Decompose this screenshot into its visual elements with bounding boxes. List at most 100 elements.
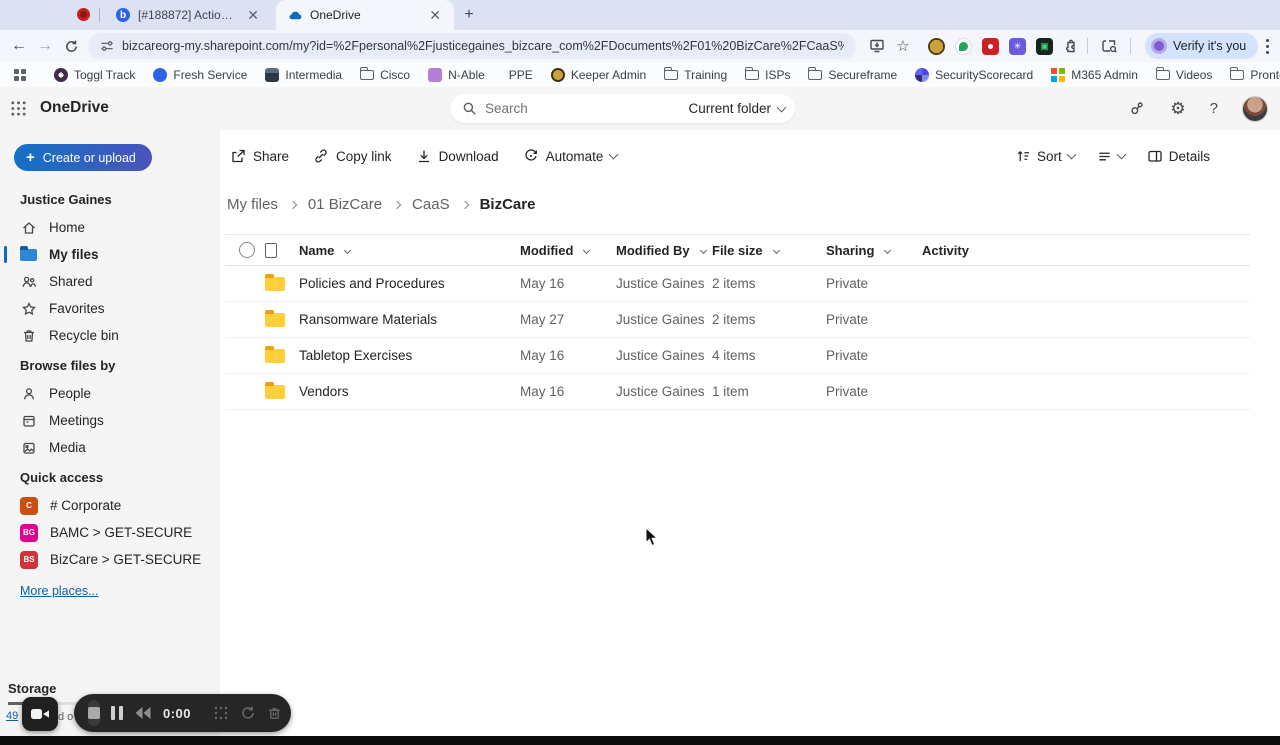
breadcrumb-01-bizcare[interactable]: 01 BizCare bbox=[308, 196, 382, 213]
sidebar-item-favorites[interactable]: Favorites bbox=[0, 295, 220, 322]
column-header-name[interactable]: Name bbox=[291, 243, 520, 258]
sidebar-item-shared[interactable]: Shared bbox=[0, 268, 220, 295]
camera-toggle-button[interactable] bbox=[22, 697, 58, 731]
table-row[interactable]: Policies and Procedures May 16 Justice G… bbox=[225, 266, 1250, 302]
sidebar-item-people[interactable]: People bbox=[0, 380, 220, 407]
share-button[interactable]: Share bbox=[230, 148, 289, 164]
details-button[interactable]: Details bbox=[1147, 148, 1210, 164]
app-launcher-icon[interactable] bbox=[10, 100, 27, 117]
install-app-icon[interactable] bbox=[864, 33, 890, 59]
download-button[interactable]: Download bbox=[416, 148, 499, 164]
bookmark-folder-isps[interactable]: ISPs bbox=[744, 66, 790, 82]
tab-close-icon[interactable]: ✕ bbox=[244, 7, 262, 23]
site-icon: BG bbox=[20, 523, 38, 542]
folder-name[interactable]: Policies and Procedures bbox=[291, 276, 520, 291]
tab-close-icon[interactable]: ✕ bbox=[426, 7, 444, 23]
bookmark-folder-secureframe[interactable]: Secureframe bbox=[808, 66, 897, 82]
bookmark-folder-pronto[interactable]: Pronto bbox=[1230, 66, 1280, 82]
column-header-activity[interactable]: Activity bbox=[922, 243, 1250, 258]
keeper-extension-icon[interactable] bbox=[928, 37, 945, 55]
forward-button[interactable]: → bbox=[32, 33, 58, 59]
lens-capture-icon[interactable] bbox=[1096, 33, 1122, 59]
sharing-cell[interactable]: Private bbox=[826, 348, 922, 363]
table-row[interactable]: Tabletop Exercises May 16 Justice Gaines… bbox=[225, 338, 1250, 374]
search-scope-dropdown[interactable]: Current folder bbox=[688, 101, 787, 116]
sharing-cell[interactable]: Private bbox=[826, 312, 922, 327]
stop-recording-button[interactable] bbox=[88, 700, 100, 726]
account-avatar[interactable] bbox=[1242, 95, 1268, 122]
more-places-link[interactable]: More places... bbox=[20, 584, 99, 598]
bookmark-folder-training[interactable]: Training bbox=[663, 66, 727, 82]
recording-timer: 0:00 bbox=[163, 705, 192, 721]
purple-extension-icon[interactable]: ✳ bbox=[1009, 37, 1026, 55]
sidebar-item-media[interactable]: Media bbox=[0, 434, 220, 461]
url-text[interactable]: bizcareorg-my.sharepoint.com/my?id=%2Fpe… bbox=[122, 39, 844, 53]
delete-recording-icon[interactable] bbox=[267, 705, 282, 721]
folder-name[interactable]: Ransomware Materials bbox=[291, 312, 520, 327]
back-button[interactable]: ← bbox=[6, 33, 32, 59]
red-extension-icon[interactable] bbox=[982, 37, 999, 55]
feedback-icon[interactable] bbox=[1129, 100, 1146, 117]
create-or-upload-button[interactable]: + Create or upload bbox=[14, 144, 152, 171]
select-all-checkbox[interactable] bbox=[239, 242, 255, 258]
breadcrumb-caas[interactable]: CaaS bbox=[412, 196, 450, 213]
dark-extension-icon[interactable]: ▣ bbox=[1036, 37, 1053, 55]
sharing-cell[interactable]: Private bbox=[826, 276, 922, 291]
extensions-puzzle-icon[interactable] bbox=[1063, 38, 1079, 54]
restart-recording-button[interactable] bbox=[134, 706, 152, 720]
file-type-column-icon[interactable] bbox=[265, 242, 277, 258]
quick-access-bizcare[interactable]: BS BizCare > GET-SECURE bbox=[0, 546, 220, 573]
command-bar: Share Copy link Download Automate Sort D… bbox=[230, 141, 1240, 171]
bookmark-keeper-admin[interactable]: Keeper Admin bbox=[550, 67, 646, 82]
bookmark-m365-admin[interactable]: M365 Admin bbox=[1051, 67, 1138, 82]
site-settings-icon[interactable] bbox=[100, 39, 114, 53]
view-options-button[interactable] bbox=[1097, 149, 1127, 164]
evernote-extension-icon[interactable] bbox=[955, 37, 972, 55]
folder-name[interactable]: Tabletop Exercises bbox=[291, 348, 520, 363]
bookmark-toggl-track[interactable]: Toggl Track bbox=[54, 67, 135, 82]
search-bar[interactable]: Current folder bbox=[450, 94, 795, 123]
bookmark-ppe[interactable]: PPE bbox=[509, 68, 533, 82]
help-icon[interactable]: ? bbox=[1210, 100, 1218, 117]
keeper-icon bbox=[550, 67, 565, 82]
browser-tab-freshservice[interactable]: b [#188872] Action Required: I ✕ bbox=[104, 0, 272, 30]
sharing-cell[interactable]: Private bbox=[826, 384, 922, 399]
apps-grid-icon[interactable] bbox=[14, 68, 26, 81]
bookmark-securityscorecard[interactable]: SecurityScorecard bbox=[915, 67, 1033, 82]
pause-recording-button[interactable] bbox=[111, 706, 123, 720]
bookmark-fresh-service[interactable]: Fresh Service bbox=[153, 67, 247, 82]
new-tab-button[interactable]: + bbox=[458, 4, 480, 26]
reload-button[interactable] bbox=[58, 33, 84, 59]
column-header-modified[interactable]: Modified bbox=[520, 243, 616, 258]
table-row[interactable]: Vendors May 16 Justice Gaines 1 item Pri… bbox=[225, 374, 1250, 410]
folder-name[interactable]: Vendors bbox=[291, 384, 520, 399]
column-header-file-size[interactable]: File size bbox=[712, 243, 826, 258]
sidebar-item-my-files[interactable]: My files bbox=[0, 241, 220, 268]
settings-gear-icon[interactable]: ⚙ bbox=[1170, 99, 1185, 119]
effects-icon[interactable] bbox=[213, 705, 229, 721]
storage-used-link[interactable]: 49 bbox=[6, 710, 18, 722]
browser-menu-icon[interactable] bbox=[1266, 37, 1270, 55]
table-row[interactable]: Ransomware Materials May 27 Justice Gain… bbox=[225, 302, 1250, 338]
rerecord-icon[interactable] bbox=[240, 705, 256, 721]
sidebar-item-recycle-bin[interactable]: Recycle bin bbox=[0, 322, 220, 349]
column-header-modified-by[interactable]: Modified By bbox=[616, 243, 712, 258]
sidebar-item-home[interactable]: Home bbox=[0, 214, 220, 241]
verify-its-you-button[interactable]: Verify it's you bbox=[1145, 33, 1259, 59]
address-bar[interactable]: bizcareorg-my.sharepoint.com/my?id=%2Fpe… bbox=[88, 33, 856, 59]
bookmark-intermedia[interactable]: Intermedia bbox=[265, 67, 342, 82]
quick-access-corporate[interactable]: C # Corporate bbox=[0, 492, 220, 519]
bookmark-folder-videos[interactable]: Videos bbox=[1155, 66, 1212, 82]
sidebar-item-meetings[interactable]: Meetings bbox=[0, 407, 220, 434]
bookmark-folder-cisco[interactable]: Cisco bbox=[359, 66, 410, 82]
copy-link-button[interactable]: Copy link bbox=[313, 148, 392, 164]
column-header-sharing[interactable]: Sharing bbox=[826, 243, 922, 258]
sort-button[interactable]: Sort bbox=[1016, 149, 1077, 164]
search-input[interactable] bbox=[485, 101, 689, 116]
quick-access-bamc[interactable]: BG BAMC > GET-SECURE bbox=[0, 519, 220, 546]
bookmark-n-able[interactable]: N-Able bbox=[428, 67, 485, 82]
browser-tab-onedrive[interactable]: OneDrive ✕ bbox=[276, 0, 454, 30]
breadcrumb-my-files[interactable]: My files bbox=[227, 196, 278, 213]
automate-button[interactable]: Automate bbox=[523, 148, 619, 164]
bookmark-star-icon[interactable]: ☆ bbox=[890, 33, 916, 59]
